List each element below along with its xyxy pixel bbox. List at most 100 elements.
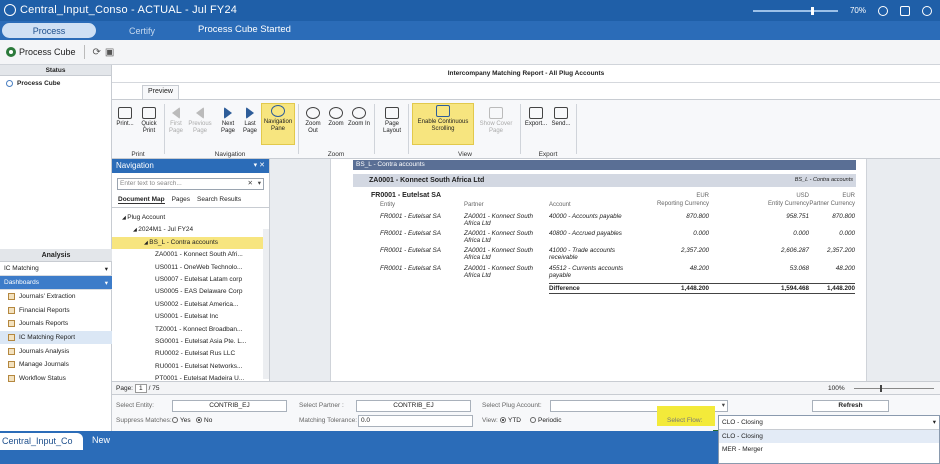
show-cover-page-button[interactable]: Show Cover Page [476, 106, 516, 135]
navigation-pane-button[interactable]: Navigation Pane [261, 103, 295, 145]
next-page-button[interactable]: Next Page [217, 106, 239, 135]
zoom-button[interactable]: Zoom [325, 106, 347, 128]
dashboard-item-label: Journals' Extraction [19, 293, 76, 301]
toolbar: Process Cube ⟳ ▣ [0, 40, 940, 65]
chevron-down-icon[interactable]: ▾ [258, 179, 261, 189]
dashboard-item[interactable]: Workflow Status [0, 372, 112, 386]
app-title: Central_Input_Conso - ACTUAL - Jul FY24 [20, 4, 238, 16]
tree-node-label: BS_L - Contra accounts [149, 238, 219, 246]
tree-node[interactable]: US0002 - Eutelsat America... [112, 299, 269, 311]
ic-matching-label: IC Matching [4, 265, 39, 272]
process-cube-button[interactable]: Process Cube [6, 47, 76, 57]
row-partner: ZA0001 - Konnect South Africa Ltd [464, 230, 533, 244]
tree-node[interactable]: RU0001 - Eutelsat Networks... [112, 361, 269, 373]
first-page-icon [172, 107, 180, 119]
tree-node[interactable]: ◢ Plug Account [112, 212, 269, 224]
quick-print-button[interactable]: Quick Print [138, 106, 160, 135]
ic-matching-accordion[interactable]: IC Matching ▾ [0, 262, 112, 276]
help-icon[interactable] [922, 5, 932, 16]
select-entity-input[interactable]: CONTRIB_EJ [172, 400, 287, 412]
tab-process[interactable]: Process [2, 23, 96, 38]
tab-certify[interactable]: Certify [96, 23, 188, 38]
tree-node[interactable]: ZA0001 - Konnect South Afri... [112, 249, 269, 261]
refresh-button[interactable]: Refresh [812, 400, 889, 412]
send-button[interactable]: Send... [550, 106, 572, 128]
tree-node[interactable]: TZ0001 - Konnect Broadban... [112, 324, 269, 336]
zoom-slider[interactable] [752, 6, 838, 15]
page-number-input[interactable]: 1 [134, 384, 147, 393]
suppress-no-radio[interactable]: No [196, 417, 212, 424]
difference-partner: 1,448.200 [826, 285, 855, 292]
view-ytd-radio[interactable]: YTD [500, 417, 521, 424]
dashboard-item[interactable]: Financial Reports [0, 304, 112, 318]
dashboard-item-label: Journals Analysis [19, 347, 70, 355]
tab-pages[interactable]: Pages [172, 196, 190, 204]
tree-node[interactable]: US0001 - Eutelsat Inc [112, 311, 269, 323]
flow-options-list: CLO - Closing MER - Merger [719, 430, 939, 456]
matching-tolerance-input[interactable]: 0.0 [358, 415, 473, 427]
zoom-in-button[interactable]: Zoom In [348, 106, 370, 128]
tab-search-results[interactable]: Search Results [197, 196, 241, 204]
report-icon [8, 334, 15, 342]
zoom-slider[interactable] [854, 385, 934, 392]
print-group: Print... Quick Print Print [112, 102, 164, 158]
status-circle-icon [6, 80, 13, 87]
tree-node[interactable]: ◢ 2024M1 - Jul FY24 [112, 224, 269, 236]
tab-preview[interactable]: Preview [142, 85, 179, 99]
navigation-pane: Navigation ▾ ✕ Enter text to search... ✕… [112, 159, 270, 382]
first-page-button[interactable]: First Page [165, 106, 187, 135]
tree-node[interactable]: US0011 - OneWeb Technolo... [112, 262, 269, 274]
report-icon [8, 361, 15, 369]
dashboards-accordion[interactable]: Dashboards ▾ [0, 276, 112, 290]
tree-node[interactable]: US0005 - EAS Delaware Corp [112, 286, 269, 298]
new-workspace-button[interactable]: New [92, 435, 110, 445]
navigation-search-input[interactable]: Enter text to search... ✕ ▾ [117, 178, 264, 190]
dashboard-item[interactable]: IC Matching Report [0, 330, 112, 345]
page-layout-button[interactable]: Page Layout [378, 106, 406, 135]
save-icon[interactable]: ▣ [105, 47, 114, 58]
flow-highlight: Select Flow: [657, 406, 715, 426]
row-partner: ZA0001 - Konnect South Africa Ltd [464, 247, 533, 261]
previous-page-button[interactable]: Previous Page [187, 106, 213, 135]
cover-page-icon [489, 107, 503, 119]
continuous-scrolling-button[interactable]: Enable Continuous Scrolling [412, 103, 474, 145]
flow-option[interactable]: CLO - Closing [719, 430, 939, 443]
settings-icon[interactable] [878, 5, 888, 16]
pin-close-icon[interactable]: ▾ ✕ [254, 159, 265, 173]
clear-icon[interactable]: ✕ [248, 179, 253, 189]
navigation-scrollbar[interactable] [263, 229, 269, 379]
dashboard-item[interactable]: Manage Journals [0, 358, 112, 372]
dashboard-item[interactable]: Journals Reports [0, 317, 112, 331]
tab-document-map[interactable]: Document Map [118, 196, 165, 204]
tree-node-label: ZA0001 - Konnect South Afri... [155, 251, 243, 259]
tree-node[interactable]: ◢ BS_L - Contra accounts [112, 236, 269, 250]
view-label: View: [482, 417, 498, 424]
flow-dropdown-current[interactable]: CLO - Closing ▾ [719, 416, 939, 430]
col-entity: Entity [380, 202, 396, 208]
tree-node-label: US0002 - Eutelsat America... [155, 300, 239, 308]
flow-option[interactable]: MER - Merger [719, 443, 939, 456]
window-icon[interactable] [900, 5, 910, 16]
suppress-yes-radio[interactable]: Yes [172, 417, 191, 424]
print-button[interactable]: Print... [114, 106, 136, 128]
flow-dropdown[interactable]: CLO - Closing ▾ CLO - Closing MER - Merge… [713, 415, 940, 464]
zoom-icon [329, 107, 343, 119]
tree-node[interactable]: RU0002 - Eutelsat Rus LLC [112, 348, 269, 360]
export-button[interactable]: Export... [524, 106, 548, 128]
tree-node[interactable]: SG0001 - Eutelsat Asia Pte. L... [112, 336, 269, 348]
tree-node[interactable]: US0007 - Eutelsat Latam corp [112, 274, 269, 286]
dashboard-item[interactable]: Journals Analysis [0, 344, 112, 358]
workspace-tab[interactable]: Central_Input_Co [0, 433, 83, 450]
process-cube-item[interactable]: Process Cube [0, 76, 111, 91]
row-partner: ZA0001 - Konnect South Africa Ltd [464, 213, 533, 227]
zoom-out-button[interactable]: Zoom Out [302, 106, 324, 135]
row-account: 45512 - Currents accounts payable [549, 265, 624, 279]
zoom-value: 70% [849, 6, 866, 15]
refresh-icon[interactable]: ⟳ [93, 47, 101, 58]
zoom-percent: 100% [828, 385, 845, 392]
select-partner-input[interactable]: CONTRIB_EJ [356, 400, 471, 412]
view-periodic-radio[interactable]: Periodic [530, 417, 561, 424]
last-page-button[interactable]: Last Page [239, 106, 261, 135]
dashboard-item[interactable]: Journals' Extraction [0, 290, 112, 304]
report-icon [8, 293, 15, 301]
